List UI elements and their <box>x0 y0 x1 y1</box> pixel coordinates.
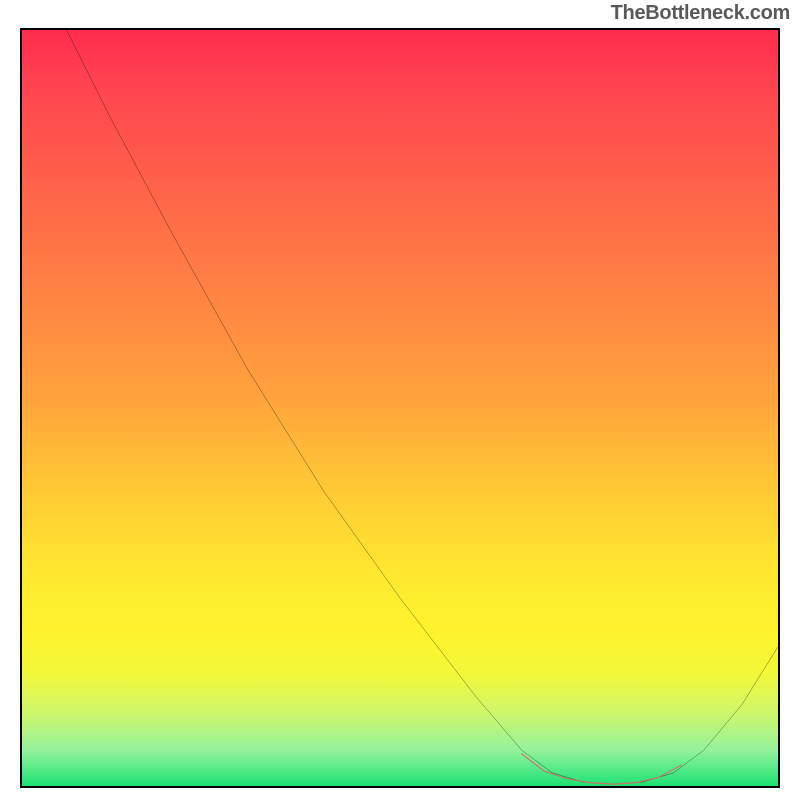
watermark-text: TheBottleneck.com <box>611 2 790 25</box>
curve-line <box>66 28 780 784</box>
chart-container <box>20 28 780 788</box>
chart-svg-overlay <box>20 28 780 788</box>
highlight-region <box>522 754 682 784</box>
